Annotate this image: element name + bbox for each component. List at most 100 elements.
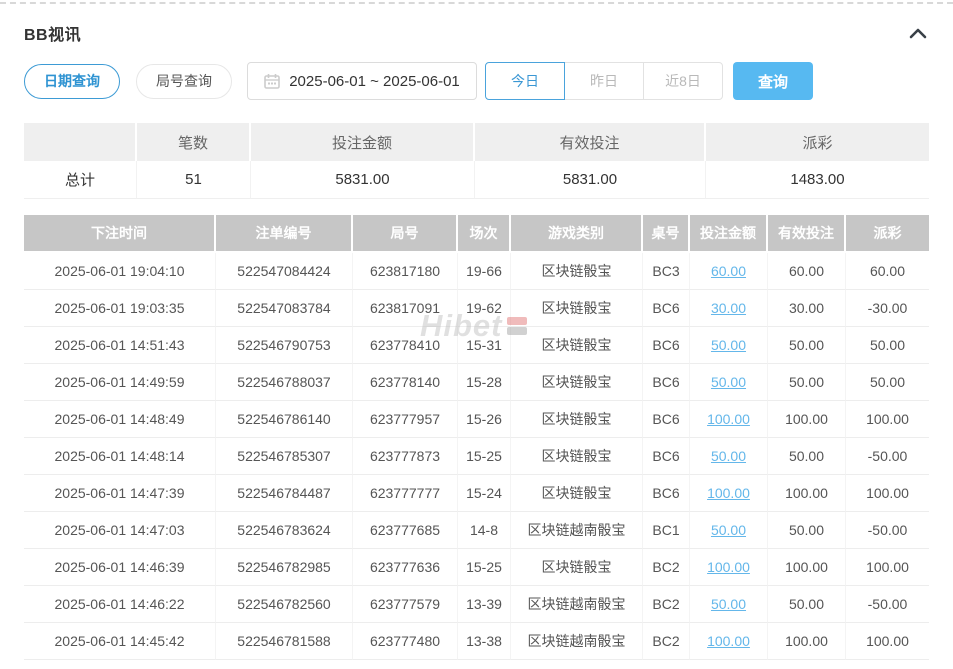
records-table-wrap: 下注时间 注单编号 局号 场次 游戏类别 桌号 投注金额 有效投注 派彩 202… [24, 215, 929, 660]
table-row: 2025-06-01 14:46:22522546782560623777579… [24, 586, 929, 623]
top-divider [0, 2, 953, 4]
summary-header-payout: 派彩 [706, 123, 929, 161]
summary-valid-bet: 5831.00 [475, 161, 706, 199]
search-button[interactable]: 查询 [733, 62, 813, 100]
cell-table-no: BC1 [643, 512, 690, 549]
cell-bet-time: 2025-06-01 14:45:42 [24, 623, 216, 660]
summary-header-count: 笔数 [137, 123, 251, 161]
bet-amount-link[interactable]: 60.00 [711, 263, 746, 279]
summary-bet-amount: 5831.00 [251, 161, 475, 199]
cell-round-id: 623777873 [353, 438, 458, 475]
last8days-button[interactable]: 近8日 [643, 62, 723, 100]
records-tbody: 2025-06-01 19:04:10522547084424623817180… [24, 253, 929, 660]
col-header-valid-bet: 有效投注 [768, 215, 846, 253]
cell-round-id: 623777636 [353, 549, 458, 586]
cell-payout: -50.00 [846, 586, 929, 623]
round-query-tab[interactable]: 局号查询 [136, 64, 232, 99]
bet-amount-link[interactable]: 100.00 [707, 411, 750, 427]
cell-bet-id: 522546782985 [216, 549, 353, 586]
date-range-picker[interactable]: 2025-06-01 ~ 2025-06-01 [247, 62, 477, 100]
cell-bet-amount: 60.00 [690, 253, 768, 290]
cell-round-id: 623817091 [353, 290, 458, 327]
cell-table-no: BC2 [643, 623, 690, 660]
cell-bet-amount: 100.00 [690, 549, 768, 586]
page-title: BB视讯 [24, 21, 81, 45]
cell-bet-id: 522546781588 [216, 623, 353, 660]
cell-payout: 60.00 [846, 253, 929, 290]
cell-bet-amount: 30.00 [690, 290, 768, 327]
cell-game-type: 区块链骰宝 [511, 475, 643, 512]
col-header-round-id: 局号 [353, 215, 458, 253]
cell-round-id: 623777579 [353, 586, 458, 623]
cell-payout: -50.00 [846, 512, 929, 549]
query-toolbar: 日期查询 局号查询 2025-06-01 ~ 2025-06-01 今日 昨日 … [24, 61, 929, 101]
col-header-bet-time: 下注时间 [24, 215, 216, 253]
cell-valid-bet: 50.00 [768, 512, 846, 549]
cell-bet-time: 2025-06-01 14:47:39 [24, 475, 216, 512]
cell-bet-amount: 100.00 [690, 475, 768, 512]
yesterday-button[interactable]: 昨日 [564, 62, 644, 100]
table-row: 2025-06-01 14:47:03522546783624623777685… [24, 512, 929, 549]
cell-session: 19-62 [458, 290, 511, 327]
bet-amount-link[interactable]: 50.00 [711, 337, 746, 353]
cell-valid-bet: 60.00 [768, 253, 846, 290]
cell-payout: 100.00 [846, 475, 929, 512]
cell-game-type: 区块链越南骰宝 [511, 586, 643, 623]
quick-range-group: 今日 昨日 近8日 [485, 62, 723, 100]
cell-table-no: BC6 [643, 438, 690, 475]
col-header-bet-id: 注单编号 [216, 215, 353, 253]
cell-table-no: BC6 [643, 290, 690, 327]
cell-table-no: BC6 [643, 327, 690, 364]
date-query-tab[interactable]: 日期查询 [24, 64, 120, 99]
cell-bet-id: 522546785307 [216, 438, 353, 475]
cell-round-id: 623777480 [353, 623, 458, 660]
today-button[interactable]: 今日 [485, 62, 565, 100]
cell-payout: 100.00 [846, 623, 929, 660]
section-header: BB视讯 [0, 21, 953, 45]
collapse-button[interactable] [907, 25, 929, 41]
cell-session: 15-25 [458, 438, 511, 475]
cell-valid-bet: 100.00 [768, 549, 846, 586]
bet-amount-link[interactable]: 100.00 [707, 633, 750, 649]
cell-session: 19-66 [458, 253, 511, 290]
cell-session: 15-25 [458, 549, 511, 586]
bet-amount-link[interactable]: 50.00 [711, 522, 746, 538]
cell-bet-time: 2025-06-01 14:46:22 [24, 586, 216, 623]
cell-valid-bet: 50.00 [768, 364, 846, 401]
bet-amount-link[interactable]: 30.00 [711, 300, 746, 316]
bet-amount-link[interactable]: 100.00 [707, 559, 750, 575]
cell-game-type: 区块链骰宝 [511, 253, 643, 290]
col-header-bet-amount: 投注金额 [690, 215, 768, 253]
cell-payout: 50.00 [846, 364, 929, 401]
cell-bet-amount: 50.00 [690, 512, 768, 549]
date-range-value: 2025-06-01 ~ 2025-06-01 [289, 73, 460, 90]
cell-table-no: BC6 [643, 475, 690, 512]
cell-session: 15-31 [458, 327, 511, 364]
cell-session: 13-38 [458, 623, 511, 660]
table-row: 2025-06-01 14:48:49522546786140623777957… [24, 401, 929, 438]
cell-table-no: BC3 [643, 253, 690, 290]
bet-amount-link[interactable]: 50.00 [711, 374, 746, 390]
summary-header-valid-bet: 有效投注 [475, 123, 706, 161]
bet-amount-link[interactable]: 50.00 [711, 448, 746, 464]
col-header-payout: 派彩 [846, 215, 929, 253]
cell-bet-time: 2025-06-01 14:49:59 [24, 364, 216, 401]
cell-bet-id: 522546783624 [216, 512, 353, 549]
cell-session: 15-28 [458, 364, 511, 401]
chevron-up-icon [909, 28, 927, 39]
cell-bet-time: 2025-06-01 14:46:39 [24, 549, 216, 586]
col-header-session: 场次 [458, 215, 511, 253]
cell-bet-id: 522546784487 [216, 475, 353, 512]
cell-bet-amount: 100.00 [690, 401, 768, 438]
cell-payout: 100.00 [846, 401, 929, 438]
cell-game-type: 区块链骰宝 [511, 549, 643, 586]
cell-bet-id: 522546786140 [216, 401, 353, 438]
cell-bet-id: 522547083784 [216, 290, 353, 327]
cell-round-id: 623777777 [353, 475, 458, 512]
table-row: 2025-06-01 19:04:10522547084424623817180… [24, 253, 929, 290]
summary-header-blank [24, 123, 137, 161]
bet-amount-link[interactable]: 100.00 [707, 485, 750, 501]
cell-bet-id: 522546790753 [216, 327, 353, 364]
cell-payout: 100.00 [846, 549, 929, 586]
bet-amount-link[interactable]: 50.00 [711, 596, 746, 612]
